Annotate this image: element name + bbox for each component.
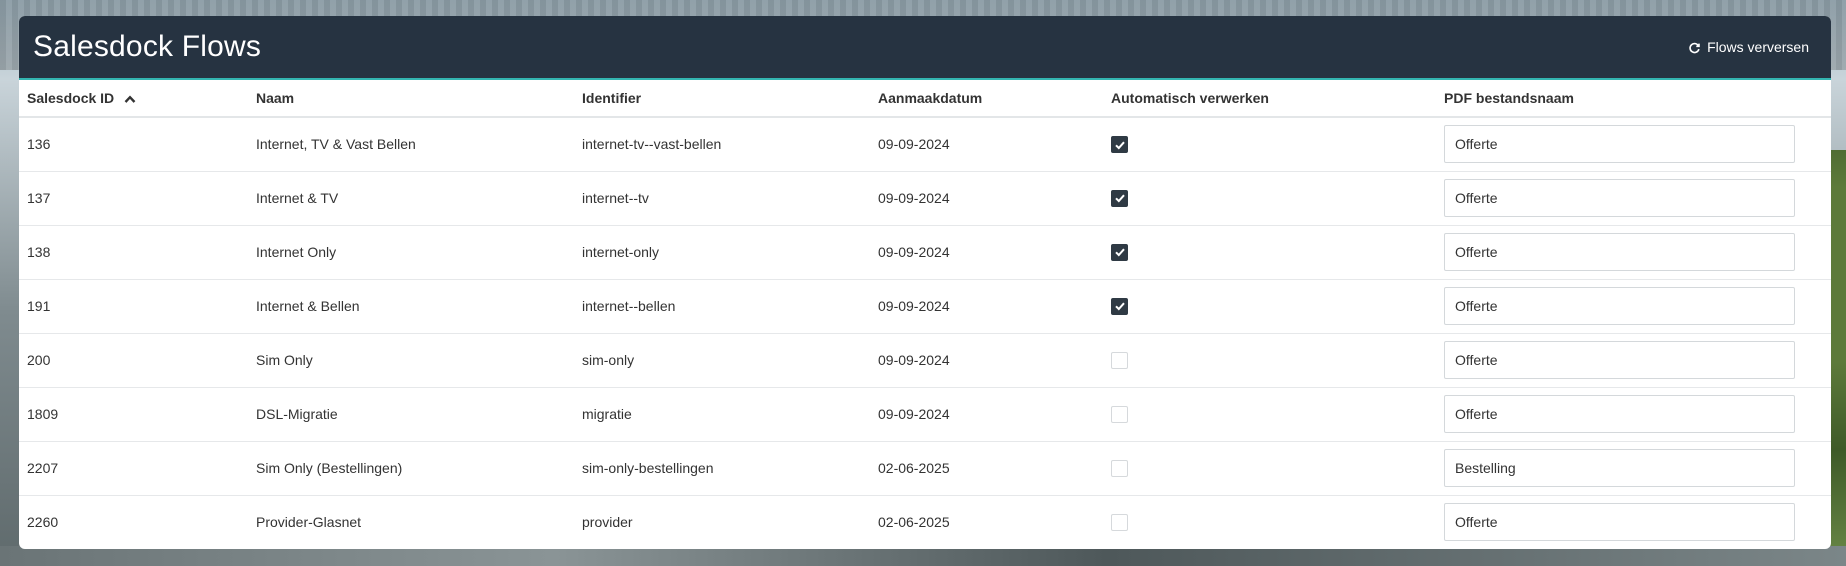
- pdf-filename-input[interactable]: [1444, 341, 1795, 379]
- check-icon: [1114, 141, 1125, 150]
- refresh-button-label: Flows verversen: [1707, 39, 1809, 55]
- cell-salesdock-id: 138: [19, 225, 248, 280]
- cell-aanmaakdatum: 02-06-2025: [878, 514, 950, 531]
- cell-pdf-bestandsnaam: [1436, 495, 1831, 549]
- table-row: 191 Internet & Bellen internet--bellen 09-0…: [19, 279, 1831, 334]
- cell-automatisch-verwerken: [1103, 279, 1436, 334]
- table-row: 200 Sim Only sim-only 09-09-2024: [19, 333, 1831, 388]
- cell-automatisch-verwerken: [1103, 387, 1436, 442]
- cell-aanmaakdatum: 02-06-2025: [870, 441, 1103, 496]
- auto-process-checkbox[interactable]: [1111, 297, 1128, 315]
- page-title: Salesdock Flows: [33, 30, 262, 63]
- cell-identifier: sim-only-bestellingen: [574, 441, 870, 496]
- cell-automatisch-verwerken: [1103, 495, 1436, 549]
- cell-salesdock-id: 1809: [19, 387, 248, 442]
- pdf-filename-input[interactable]: [1444, 233, 1795, 271]
- auto-process-checkbox[interactable]: [1111, 189, 1128, 207]
- check-icon: [1114, 302, 1125, 311]
- cell-salesdock-id: 200: [19, 333, 248, 388]
- cell-naam: Sim Only: [248, 333, 574, 388]
- cell-aanmaakdatum: 09-09-2024: [870, 333, 1103, 388]
- column-header-identifier[interactable]: Identifier: [574, 80, 870, 118]
- chevron-up-icon: [124, 95, 136, 104]
- table-row: 2207 Sim Only (Bestellingen) sim-only-best…: [19, 441, 1831, 496]
- cell-salesdock-id: 2207: [19, 441, 248, 496]
- cell-automatisch-verwerken: [1103, 225, 1436, 280]
- cell-pdf-bestandsnaam: [1436, 117, 1831, 172]
- table-row: 2260 Provider-Glasnet provider 02-06-2025: [19, 495, 1831, 549]
- auto-process-checkbox[interactable]: [1111, 351, 1128, 369]
- column-header-aanmaakdatum[interactable]: Aanmaakdatum: [870, 80, 1103, 118]
- cell-pdf-bestandsnaam: [1436, 333, 1831, 388]
- column-header-automatisch-verwerken[interactable]: Automatisch verwerken: [1103, 80, 1436, 118]
- cell-identifier: sim-only: [574, 333, 870, 388]
- cell-salesdock-id: 2260: [27, 514, 59, 531]
- flows-panel: Salesdock Flows Flows verversen Salesdoc…: [19, 16, 1831, 549]
- cell-naam: DSL-Migratie: [248, 387, 574, 442]
- cell-automatisch-verwerken: [1103, 171, 1436, 226]
- refresh-icon: [1689, 42, 1700, 53]
- cell-naam: Internet Only: [248, 225, 574, 280]
- cell-naam: Internet, TV & Vast Bellen: [248, 117, 574, 172]
- auto-process-checkbox[interactable]: [1111, 459, 1128, 477]
- cell-automatisch-verwerken: [1103, 333, 1436, 388]
- cell-identifier: internet--tv: [574, 171, 870, 226]
- pdf-filename-input[interactable]: [1444, 125, 1795, 164]
- cell-naam: Provider-Glasnet: [256, 514, 362, 531]
- cell-pdf-bestandsnaam: [1436, 225, 1831, 280]
- cell-automatisch-verwerken: [1103, 441, 1436, 496]
- cell-aanmaakdatum: 09-09-2024: [870, 279, 1103, 334]
- cell-automatisch-verwerken: [1103, 117, 1436, 172]
- table-row: 1809 DSL-Migratie migratie 09-09-2024: [19, 387, 1831, 442]
- table-row: 138 Internet Only internet-only 09-09-2024: [19, 225, 1831, 280]
- pdf-filename-input[interactable]: [1444, 179, 1795, 217]
- pdf-filename-input[interactable]: [1444, 449, 1795, 487]
- cell-salesdock-id: 136: [19, 117, 248, 172]
- cell-aanmaakdatum: 09-09-2024: [870, 387, 1103, 442]
- flows-table: Salesdock ID Naam Identifier Aanmaakdatu…: [19, 80, 1831, 549]
- cell-aanmaakdatum: 09-09-2024: [870, 225, 1103, 280]
- background-bottom: [0, 546, 1846, 566]
- table-row: 136 Internet, TV & Vast Bellen internet-tv…: [19, 117, 1831, 172]
- cell-pdf-bestandsnaam: [1436, 441, 1831, 496]
- cell-identifier: migratie: [574, 387, 870, 442]
- cell-identifier: internet-tv--vast-bellen: [574, 117, 870, 172]
- cell-salesdock-id: 137: [19, 171, 248, 226]
- check-icon: [1114, 248, 1125, 257]
- table-header-row: Salesdock ID Naam Identifier Aanmaakdatu…: [19, 80, 1831, 118]
- auto-process-checkbox[interactable]: [1111, 243, 1128, 261]
- cell-identifier: internet--bellen: [574, 279, 870, 334]
- cell-identifier: internet-only: [574, 225, 870, 280]
- auto-process-checkbox[interactable]: [1111, 514, 1128, 532]
- cell-naam: Internet & Bellen: [248, 279, 574, 334]
- auto-process-checkbox[interactable]: [1111, 136, 1128, 154]
- table-row: 137 Internet & TV internet--tv 09-09-2024: [19, 171, 1831, 226]
- column-header-naam[interactable]: Naam: [248, 80, 574, 118]
- cell-naam: Internet & TV: [248, 171, 574, 226]
- table-body: 136 Internet, TV & Vast Bellen internet-tv…: [19, 117, 1831, 549]
- cell-identifier: provider: [582, 514, 633, 531]
- column-header-pdf-bestandsnaam[interactable]: PDF bestandsnaam: [1436, 80, 1831, 118]
- cell-pdf-bestandsnaam: [1436, 171, 1831, 226]
- pdf-filename-input[interactable]: [1444, 395, 1795, 433]
- column-header-salesdock-id[interactable]: Salesdock ID: [19, 80, 248, 118]
- cell-aanmaakdatum: 09-09-2024: [870, 171, 1103, 226]
- cell-pdf-bestandsnaam: [1436, 387, 1831, 442]
- cell-pdf-bestandsnaam: [1436, 279, 1831, 334]
- pdf-filename-input[interactable]: [1444, 287, 1795, 325]
- cell-aanmaakdatum: 09-09-2024: [870, 117, 1103, 172]
- panel-header: Salesdock Flows Flows verversen: [19, 16, 1831, 80]
- pdf-filename-input[interactable]: [1444, 503, 1795, 542]
- cell-naam: Sim Only (Bestellingen): [248, 441, 574, 496]
- check-icon: [1114, 194, 1125, 203]
- cell-salesdock-id: 191: [19, 279, 248, 334]
- auto-process-checkbox[interactable]: [1111, 405, 1128, 423]
- refresh-flows-button[interactable]: Flows verversen: [1680, 33, 1817, 61]
